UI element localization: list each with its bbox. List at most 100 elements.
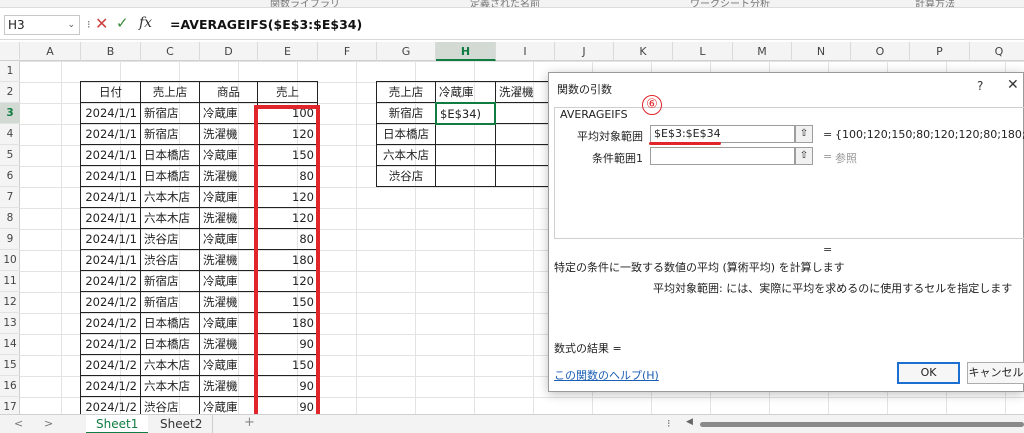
table-cell[interactable]: 2024/1/2 xyxy=(80,375,141,397)
table-cell[interactable]: 2024/1/1 xyxy=(80,102,141,124)
summary-store[interactable]: 新宿店 xyxy=(376,102,436,124)
summary-cell[interactable] xyxy=(435,144,496,166)
help-icon[interactable]: ? xyxy=(977,79,983,93)
horizontal-scrollbar[interactable] xyxy=(700,422,1024,427)
table-cell[interactable]: 2024/1/2 xyxy=(80,333,141,355)
row-header-6[interactable]: 6 xyxy=(0,166,20,187)
column-header-f[interactable]: F xyxy=(318,42,377,61)
column-header-b[interactable]: B xyxy=(81,42,141,61)
table-header[interactable]: 日付 xyxy=(80,81,141,103)
table-cell[interactable]: 六本木店 xyxy=(140,207,200,229)
ribbon-item[interactable]: 計算方法 xyxy=(915,0,955,7)
table-cell[interactable]: 2024/1/2 xyxy=(80,354,141,376)
table-cell[interactable]: 2024/1/1 xyxy=(80,123,141,145)
close-icon[interactable]: ✕ xyxy=(1007,77,1019,93)
table-cell[interactable]: 2024/1/2 xyxy=(80,291,141,313)
column-header-j[interactable]: J xyxy=(555,42,614,61)
table-cell[interactable]: 洗濯機 xyxy=(199,333,258,355)
table-cell[interactable]: 洗濯機 xyxy=(199,375,258,397)
table-cell[interactable]: 新宿店 xyxy=(140,123,200,145)
table-cell[interactable]: 冷蔵庫 xyxy=(199,354,258,376)
table-cell[interactable]: 洗濯機 xyxy=(199,291,258,313)
row-header-16[interactable]: 16 xyxy=(0,376,20,397)
name-box[interactable]: H3 ⌄ xyxy=(4,15,80,35)
table-cell[interactable]: 六本木店 xyxy=(140,186,200,208)
table-cell[interactable]: 2024/1/2 xyxy=(80,270,141,292)
row-header-9[interactable]: 9 xyxy=(0,229,20,250)
column-header-e[interactable]: E xyxy=(258,42,318,61)
table-header[interactable]: 商品 xyxy=(199,81,258,103)
ok-button[interactable]: OK xyxy=(897,362,960,384)
column-header-n[interactable]: N xyxy=(792,42,851,61)
table-cell[interactable]: 2024/1/1 xyxy=(80,186,141,208)
cancel-icon[interactable]: ✕ xyxy=(95,14,108,33)
summary-store[interactable]: 日本橋店 xyxy=(376,123,436,145)
summary-cell[interactable] xyxy=(495,165,555,187)
ribbon-item[interactable]: 関数ライブラリ xyxy=(270,0,340,7)
row-header-7[interactable]: 7 xyxy=(0,187,20,208)
row-header-5[interactable]: 5 xyxy=(0,145,20,166)
column-header-c[interactable]: C xyxy=(141,42,200,61)
ribbon-item[interactable]: ワークシート分析 xyxy=(690,0,770,7)
column-header-k[interactable]: K xyxy=(614,42,673,61)
table-cell[interactable]: 2024/1/1 xyxy=(80,144,141,166)
column-header-o[interactable]: O xyxy=(851,42,910,61)
summary-header[interactable]: 冷蔵庫 xyxy=(435,81,496,103)
more-options-icon[interactable]: ⁝ xyxy=(87,18,91,31)
row-header-10[interactable]: 10 xyxy=(0,250,20,271)
table-cell[interactable]: 六本木店 xyxy=(140,375,200,397)
summary-cell[interactable] xyxy=(495,123,555,145)
table-cell[interactable]: 日本橋店 xyxy=(140,333,200,355)
summary-cell[interactable] xyxy=(435,123,496,145)
table-cell[interactable]: 洗濯機 xyxy=(199,207,258,229)
next-sheet-icon[interactable]: > xyxy=(44,417,53,430)
column-header-a[interactable]: A xyxy=(20,42,81,61)
summary-cell[interactable] xyxy=(435,165,496,187)
table-cell[interactable]: 洗濯機 xyxy=(199,165,258,187)
column-header-p[interactable]: P xyxy=(910,42,970,61)
sheet-tab-sheet1[interactable]: Sheet1 xyxy=(86,415,149,433)
table-cell[interactable]: 六本木店 xyxy=(140,354,200,376)
table-cell[interactable]: 冷蔵庫 xyxy=(199,102,258,124)
more-options-icon[interactable]: ⁝ xyxy=(667,417,671,430)
add-sheet-icon[interactable]: + xyxy=(244,415,255,430)
row-header-8[interactable]: 8 xyxy=(0,208,20,229)
row-header-3[interactable]: 3 xyxy=(0,103,20,124)
table-header[interactable]: 売上 xyxy=(257,81,318,103)
table-cell[interactable]: 洗濯機 xyxy=(199,249,258,271)
column-header-i[interactable]: I xyxy=(496,42,555,61)
table-cell[interactable]: 冷蔵庫 xyxy=(199,312,258,334)
row-header-12[interactable]: 12 xyxy=(0,292,20,313)
prev-sheet-icon[interactable]: < xyxy=(14,417,23,430)
row-header-13[interactable]: 13 xyxy=(0,313,20,334)
summary-store[interactable]: 六本木店 xyxy=(376,144,436,166)
table-cell[interactable]: 渋谷店 xyxy=(140,249,200,271)
collapse-dialog-icon[interactable]: ⇧ xyxy=(795,125,813,143)
summary-header[interactable]: 洗濯機 xyxy=(495,81,555,103)
chevron-down-icon[interactable]: ⌄ xyxy=(67,16,75,34)
summary-header[interactable]: 売上店 xyxy=(376,81,436,103)
table-cell[interactable]: 冷蔵庫 xyxy=(199,396,258,414)
column-header-q[interactable]: Q xyxy=(970,42,1024,61)
summary-store[interactable]: 渋谷店 xyxy=(376,165,436,187)
scroll-left-icon[interactable]: ◀ xyxy=(686,417,693,427)
function-help-link[interactable]: この関数のヘルプ(H) xyxy=(554,367,659,383)
table-cell[interactable]: 2024/1/2 xyxy=(80,312,141,334)
table-cell[interactable]: 新宿店 xyxy=(140,102,200,124)
column-header-h[interactable]: H xyxy=(436,42,496,61)
active-editing-cell[interactable]: $E$34) xyxy=(435,102,496,125)
table-cell[interactable]: 冷蔵庫 xyxy=(199,270,258,292)
column-header-d[interactable]: D xyxy=(200,42,258,61)
criteria-range1-input[interactable] xyxy=(650,147,795,165)
column-header-g[interactable]: G xyxy=(377,42,436,61)
summary-cell[interactable] xyxy=(495,144,555,166)
column-header-m[interactable]: M xyxy=(733,42,792,61)
table-cell[interactable]: 日本橋店 xyxy=(140,165,200,187)
collapse-dialog-icon[interactable]: ⇧ xyxy=(795,147,813,165)
table-header[interactable]: 売上店 xyxy=(140,81,200,103)
table-cell[interactable]: 2024/1/1 xyxy=(80,249,141,271)
table-cell[interactable]: 日本橋店 xyxy=(140,144,200,166)
insert-function-icon[interactable]: fx xyxy=(139,15,152,31)
table-cell[interactable]: 新宿店 xyxy=(140,291,200,313)
table-cell[interactable]: 2024/1/1 xyxy=(80,207,141,229)
